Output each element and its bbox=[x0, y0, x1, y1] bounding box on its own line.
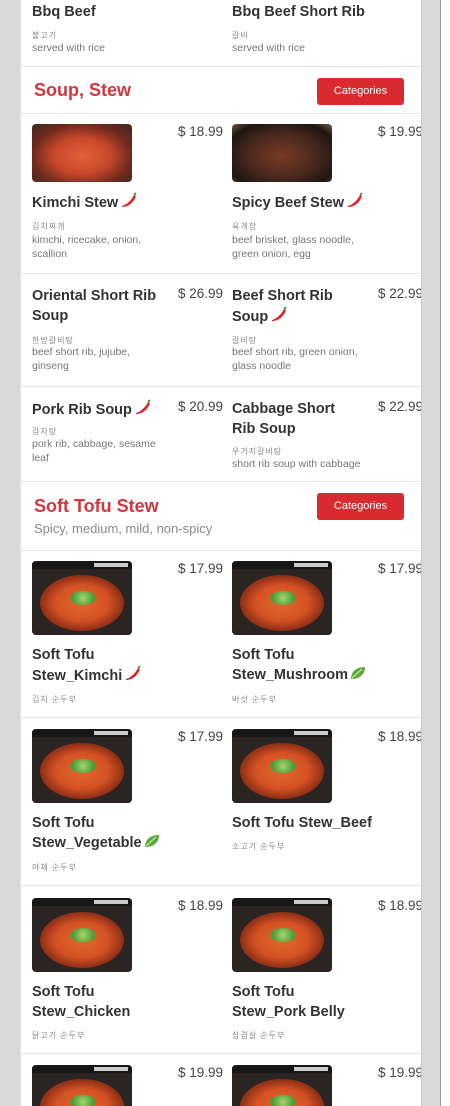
item-name: Soft Tofu Stew_Vegetable bbox=[32, 813, 162, 853]
row-divider bbox=[21, 273, 421, 274]
section-subtitle: Spicy, medium, mild, non-spicy bbox=[34, 521, 213, 536]
window-edge bbox=[440, 0, 450, 1106]
red-chili-pepper-icon bbox=[272, 306, 287, 321]
menu-item[interactable]: $ 18.99 Kimchi Stew 김치찌개 kimchi, ricecak… bbox=[32, 124, 224, 264]
item-description: short rib soup with cabbage bbox=[232, 458, 361, 470]
item-price: $ 22.99 bbox=[378, 399, 422, 414]
item-korean-name: 불고기 bbox=[32, 31, 58, 40]
item-name-text: Kimchi Stew bbox=[32, 195, 119, 211]
green-leaf-icon bbox=[144, 835, 159, 847]
item-price: $ 18.99 bbox=[378, 729, 422, 744]
item-name: Soft Tofu Stew_Beef bbox=[232, 815, 372, 831]
item-name: Beef Short Rib Soup bbox=[232, 286, 372, 327]
row-divider bbox=[21, 1053, 421, 1054]
item-price: $ 18.99 bbox=[178, 124, 224, 139]
item-name-text: Spicy Beef Stew bbox=[232, 195, 345, 211]
item-name: Soft Tofu Stew_Chicken bbox=[32, 984, 131, 1020]
item-name-text: Soft Tofu Stew_Kimchi bbox=[32, 647, 123, 684]
item-korean-name: 닭고기 순두부 bbox=[32, 1031, 86, 1040]
item-price: $ 17.99 bbox=[178, 729, 224, 744]
soft-tofu-stew-image bbox=[232, 729, 332, 803]
item-name: Soft Tofu Stew_Kimchi bbox=[32, 645, 162, 686]
soft-tofu-stew-image bbox=[32, 898, 132, 972]
menu-item[interactable]: $ 19.99 Spicy Beef Stew 육개장 beef brisket… bbox=[232, 124, 422, 264]
item-name: Spicy Beef Stew bbox=[232, 192, 412, 213]
item-name: Kimchi Stew bbox=[32, 192, 212, 213]
item-description: pork rib, cabbage, sesame leaf bbox=[32, 438, 156, 464]
item-korean-name: 감자탕 bbox=[32, 427, 58, 436]
red-chili-pepper-icon bbox=[135, 399, 151, 414]
item-name: Pork Rib Soup bbox=[32, 399, 182, 420]
soft-tofu-stew-image bbox=[32, 1065, 132, 1106]
red-chili-pepper-icon bbox=[126, 665, 141, 680]
spicy-beef-stew-image bbox=[232, 124, 332, 182]
item-korean-name: 삼겹살 순두부 bbox=[232, 1031, 286, 1040]
item-name: Cabbage Short Rib Soup bbox=[232, 401, 336, 437]
soft-tofu-stew-image bbox=[32, 729, 132, 803]
red-chili-pepper-icon bbox=[348, 192, 363, 207]
section-title: Soft Tofu Stew bbox=[34, 496, 159, 516]
row-divider bbox=[21, 386, 421, 387]
item-name-text: Pork Rib Soup bbox=[32, 402, 132, 418]
item-name: Bbq Beef bbox=[32, 4, 96, 20]
green-leaf-icon bbox=[351, 667, 366, 679]
item-price: $ 19.99 bbox=[178, 1065, 224, 1080]
red-chili-pepper-icon bbox=[122, 192, 137, 207]
item-description: kimchi, ricecake, onion, scallion bbox=[32, 234, 142, 260]
item-price: $ 20.99 bbox=[178, 399, 224, 414]
soft-tofu-stew-image bbox=[232, 1065, 332, 1106]
item-price: $ 17.99 bbox=[178, 561, 224, 576]
item-price: $ 18.99 bbox=[178, 898, 224, 913]
item-price: $ 26.99 bbox=[178, 286, 224, 301]
kimchi-stew-image bbox=[32, 124, 132, 182]
categories-button[interactable]: Categories bbox=[317, 78, 404, 105]
item-korean-name: 육개장 bbox=[232, 222, 258, 231]
item-korean-name: 김치 순두부 bbox=[32, 695, 78, 704]
row-divider bbox=[21, 885, 421, 886]
soft-tofu-stew-image bbox=[232, 561, 332, 635]
item-price: $ 19.99 bbox=[378, 124, 422, 139]
section-header-soft-tofu-stew: Soft Tofu Stew Spicy, medium, mild, non-… bbox=[21, 481, 421, 551]
item-description: beef short rib, jujube, ginseng bbox=[32, 346, 131, 372]
soft-tofu-stew-image bbox=[32, 561, 132, 635]
item-name: Soft Tofu Stew_Pork Belly bbox=[232, 984, 345, 1020]
item-name-text: Soft Tofu Stew_Vegetable bbox=[32, 815, 142, 851]
section-header-soup-stew: Soup, Stew Categories bbox=[21, 66, 421, 114]
item-description: beef short rib, green onion, glass noodl… bbox=[232, 346, 358, 372]
item-price: $ 22.99 bbox=[378, 286, 422, 301]
item-price: $ 19.99 bbox=[378, 1065, 422, 1080]
item-korean-name: 야채 순두부 bbox=[32, 863, 78, 872]
soft-tofu-stew-image bbox=[232, 898, 332, 972]
row-divider bbox=[21, 717, 421, 718]
item-korean-name: 김치찌개 bbox=[32, 222, 66, 231]
item-korean-name: 우거지갈비탕 bbox=[232, 447, 283, 456]
item-description: served with rice bbox=[32, 42, 105, 54]
item-description: beef brisket, glass noodle, green onion,… bbox=[232, 234, 354, 260]
item-price: $ 17.99 bbox=[378, 561, 422, 576]
menu-panel: Bbq Beef 불고기 served with rice Bbq Beef S… bbox=[20, 0, 422, 1106]
item-name-text: Soft Tofu Stew_Mushroom bbox=[232, 647, 349, 683]
categories-button[interactable]: Categories bbox=[317, 493, 404, 520]
item-name: Soft Tofu Stew_Mushroom bbox=[232, 645, 377, 685]
item-name: Bbq Beef Short Rib bbox=[232, 4, 365, 20]
section-title: Soup, Stew bbox=[34, 80, 132, 100]
item-korean-name: 소고기 순두부 bbox=[232, 842, 286, 851]
item-name: Oriental Short Rib Soup bbox=[32, 288, 157, 324]
item-korean-name: 버섯 순두부 bbox=[232, 695, 278, 704]
item-price: $ 18.99 bbox=[378, 898, 422, 913]
item-korean-name: 갈비 bbox=[232, 31, 249, 40]
item-description: served with rice bbox=[232, 42, 305, 54]
